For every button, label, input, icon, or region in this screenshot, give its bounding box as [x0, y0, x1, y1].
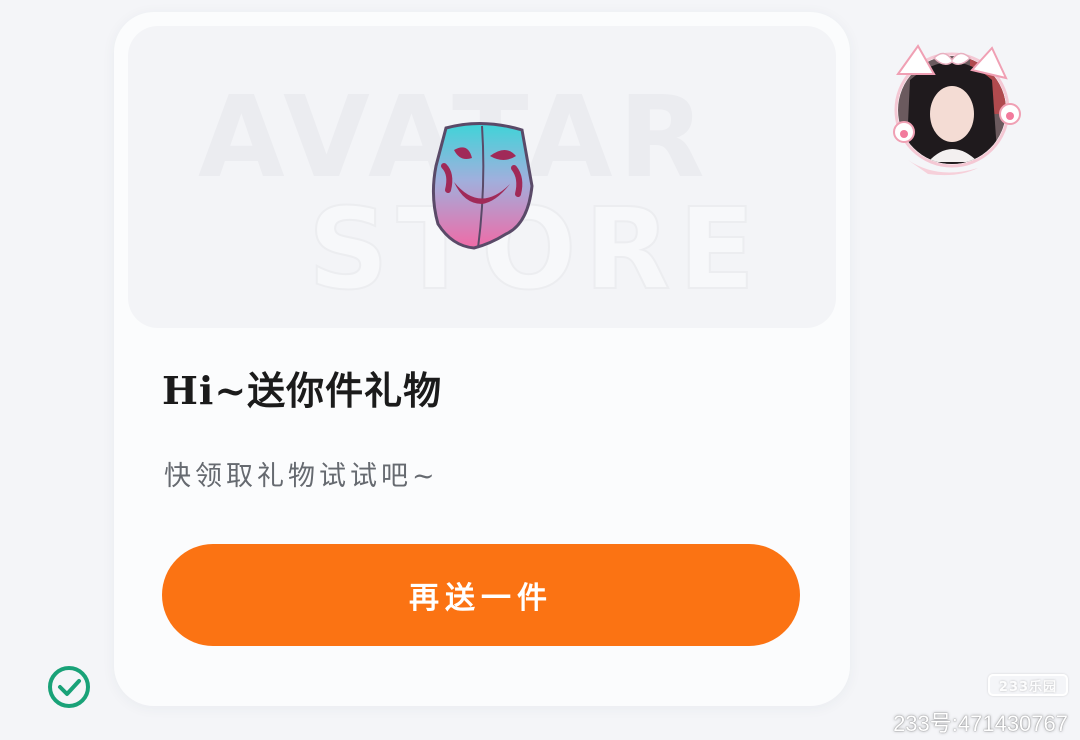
- check-circle-icon: [48, 666, 90, 708]
- site-logo: 233乐园: [988, 674, 1068, 696]
- gift-title: Hi~送你件礼物: [162, 368, 443, 413]
- send-another-button[interactable]: 再送一件: [162, 544, 800, 646]
- gift-screen: AVATAR STORE Hi~送你: [0, 0, 1080, 740]
- gift-subtitle: 快领取礼物试试吧~: [164, 461, 439, 492]
- gift-card: AVATAR STORE Hi~送你: [114, 12, 850, 706]
- mask-skirt-icon: [431, 121, 534, 250]
- user-avatar[interactable]: [888, 40, 1028, 180]
- account-id-watermark: 233号:471430767: [893, 711, 1068, 736]
- avatar-store-banner: AVATAR STORE: [128, 26, 836, 328]
